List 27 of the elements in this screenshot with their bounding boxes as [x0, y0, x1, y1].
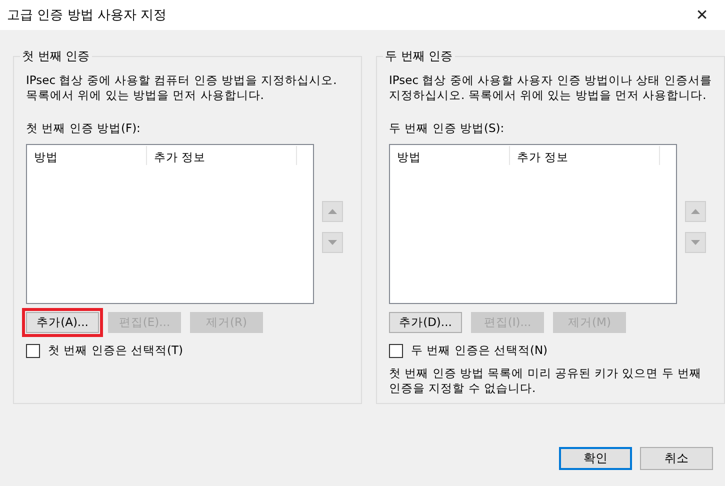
- column-header[interactable]: 방법: [390, 146, 510, 165]
- list-label: 두 번째 인증 방법(S):: [389, 121, 506, 136]
- up-triangle-icon: [691, 209, 700, 214]
- dialog-button[interactable]: 취소: [640, 447, 713, 470]
- column-header[interactable]: 방법: [27, 146, 147, 165]
- dialog-button[interactable]: 확인: [559, 447, 632, 470]
- column-header[interactable]: 추가 정보: [510, 146, 660, 165]
- close-button[interactable]: ✕: [679, 0, 725, 30]
- group-title: 첫 번째 인증: [21, 48, 91, 65]
- up-triangle-icon: [328, 209, 337, 214]
- group-title: 두 번째 인증: [384, 48, 454, 65]
- method-list[interactable]: 방법 추가 정보: [26, 144, 314, 304]
- action-button[interactable]: 추가(A)...: [26, 312, 99, 333]
- down-triangle-icon: [691, 240, 700, 245]
- checkbox[interactable]: [389, 344, 403, 358]
- action-button[interactable]: 추가(D)...: [389, 312, 462, 333]
- description-text: IPsec 협상 중에 사용할 컴퓨터 인증 방법을 지정하십시오. 목록에서 위에 있는 방법을 먼저 사용합니다.: [26, 73, 338, 103]
- description-text: IPsec 협상 중에 사용할 사용자 인증 방법이나 상태 인증서를 지정하십시오. 목록에서 위에 있는 방법을 먼저 사용합니다.: [389, 73, 713, 103]
- method-list[interactable]: 방법 추가 정보: [389, 144, 677, 304]
- checkbox-label: 두 번째 인증은 선택적(N): [411, 343, 548, 358]
- note-text: 첫 번째 인증 방법 목록에 미리 공유된 키가 있으면 두 번째 인증을 지정할 수 없습니다.: [389, 366, 703, 396]
- checkbox-label: 첫 번째 인증은 선택적(T): [48, 343, 183, 358]
- column-header[interactable]: 추가 정보: [147, 146, 297, 165]
- window-title: 고급 인증 방법 사용자 지정: [7, 7, 167, 24]
- down-triangle-icon: [328, 240, 337, 245]
- checkbox[interactable]: [26, 344, 40, 358]
- list-label: 첫 번째 인증 방법(F):: [26, 121, 142, 136]
